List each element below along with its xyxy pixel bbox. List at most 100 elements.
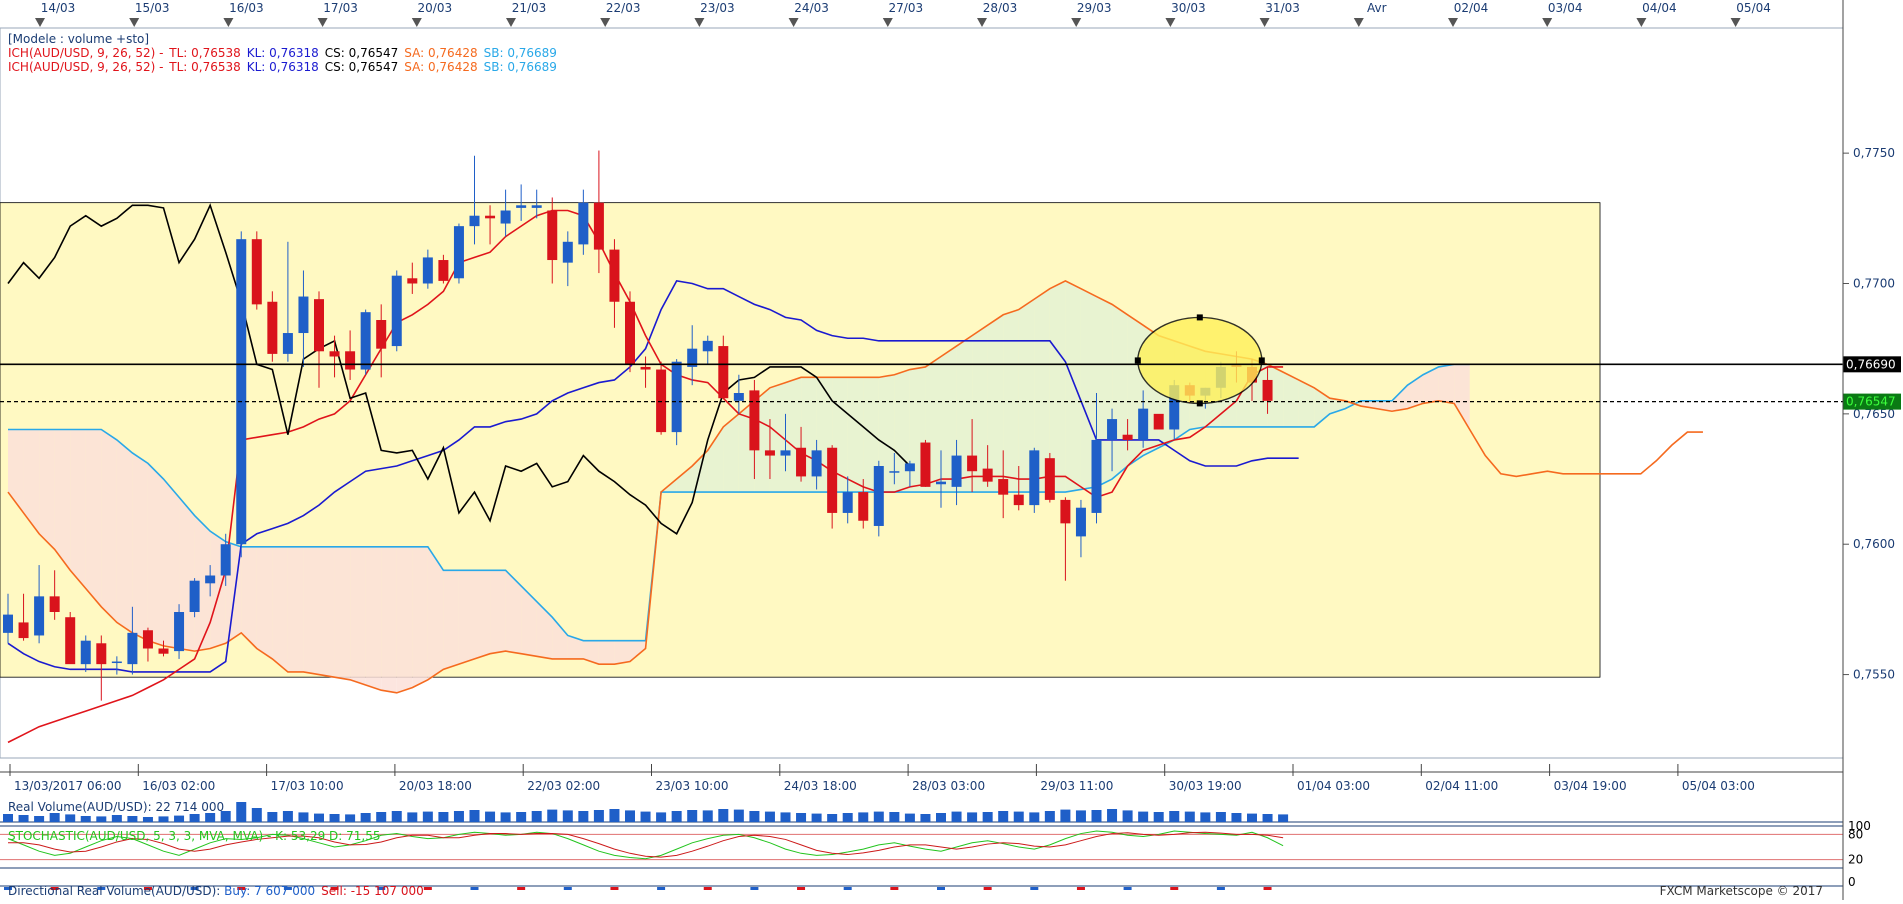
- candle-body: [562, 241, 573, 263]
- candle-body: [764, 450, 775, 456]
- volume-bar: [453, 811, 464, 822]
- cloud-segment: [256, 546, 273, 659]
- volume-bar: [205, 813, 216, 822]
- bottom-time-label: 01/04 03:00: [1297, 779, 1370, 793]
- volume-bar: [873, 811, 884, 822]
- volume-bar: [345, 814, 356, 822]
- volume-bar: [749, 811, 760, 822]
- candle-body: [485, 215, 496, 219]
- cloud-segment: [334, 546, 351, 680]
- cloud-segment: [1127, 314, 1144, 466]
- volume-bar: [1184, 811, 1195, 822]
- top-date-label: 24/03: [794, 1, 829, 15]
- cloud-segment: [490, 570, 506, 654]
- candle-body: [1138, 408, 1149, 440]
- directional-bar: [563, 887, 572, 890]
- top-date-marker: [1165, 18, 1176, 27]
- candle-body: [656, 369, 667, 433]
- volume-bar: [516, 812, 527, 822]
- candle-body: [422, 257, 433, 284]
- candle-body: [702, 340, 713, 352]
- candle-body: [842, 492, 853, 513]
- ichimoku-legend-label: ICH(AUD/USD, 9, 26, 52) -: [8, 46, 168, 60]
- candle-body: [407, 278, 418, 284]
- candle-body: [189, 580, 200, 612]
- volume-bar: [982, 812, 993, 822]
- chart-root: 0,7750 0,7700 0,7650 0,7600 0,7550 0,76690 0,7…: [0, 0, 1903, 900]
- volume-bar: [827, 814, 838, 822]
- cloud-segment: [350, 546, 366, 685]
- candle-body: [500, 210, 511, 224]
- volume-bar: [376, 812, 387, 822]
- cloud-segment: [116, 439, 133, 633]
- top-date-label: 28/03: [983, 1, 1018, 15]
- volume-bar: [718, 809, 729, 822]
- cloud-segment: [474, 570, 491, 659]
- directional-bar: [1123, 887, 1132, 890]
- top-date-label: 29/03: [1077, 1, 1112, 15]
- candle-body: [936, 481, 946, 485]
- legend-tl: TL: 0,76538: [169, 46, 241, 60]
- top-date-marker: [129, 18, 140, 27]
- candle-body: [282, 333, 293, 354]
- candle-body: [640, 366, 651, 370]
- volume-bar: [111, 815, 122, 822]
- volume-bar: [1029, 812, 1040, 822]
- volume-bar: [1262, 814, 1273, 822]
- volume-bar: [1200, 812, 1211, 822]
- directional-label: Directional Real Volume(AUD/USD): Buy: 7…: [8, 884, 430, 898]
- candle-body: [1262, 379, 1273, 401]
- cloud-segment: [894, 369, 910, 493]
- candle-body: [578, 202, 589, 245]
- top-date-label: 21/03: [512, 1, 547, 15]
- bottom-time-label: 30/03 19:00: [1169, 779, 1242, 793]
- volume-bar: [562, 810, 573, 822]
- cloud-segment: [1065, 280, 1081, 493]
- volume-bar: [998, 811, 1009, 822]
- cloud-segment: [847, 377, 864, 493]
- directional-bar: [937, 887, 945, 890]
- top-date-label: 03/04: [1548, 1, 1583, 15]
- volume-bar: [1153, 812, 1164, 822]
- volume-bar: [889, 812, 900, 822]
- candle-body: [111, 661, 122, 664]
- top-date-marker: [694, 18, 705, 27]
- volume-bar: [904, 813, 915, 822]
- cloud-segment: [1112, 304, 1128, 480]
- candle-body: [174, 612, 185, 652]
- volume-bar: [65, 814, 76, 822]
- volume-bar: [811, 813, 822, 822]
- volume-bar: [1060, 809, 1071, 822]
- cloud-segment: [598, 640, 615, 665]
- directional-bar: [1216, 887, 1225, 890]
- bottom-time-label: 29/03 11:00: [1040, 779, 1113, 793]
- candle-body: [671, 361, 682, 433]
- top-date-marker: [223, 18, 234, 27]
- top-date-label: 27/03: [889, 1, 924, 15]
- ellipse-handle: [1134, 357, 1141, 364]
- price-tag-label: 0,76547: [1846, 395, 1896, 409]
- legend-sb: SB: 0,76689: [483, 60, 557, 74]
- candle-body: [298, 296, 309, 334]
- volume-bar: [1247, 813, 1257, 822]
- cloud-segment: [458, 570, 475, 665]
- candle-body: [718, 346, 729, 399]
- candle-body: [267, 301, 278, 354]
- highlight-ellipse: [1137, 316, 1263, 405]
- directional-buy: Buy: 7 607 000: [224, 884, 316, 898]
- bottom-time-label: 24/03 18:00: [784, 779, 857, 793]
- top-date-label: 22/03: [606, 1, 641, 15]
- volume-bar: [733, 809, 744, 822]
- top-date-label: Avr: [1367, 1, 1387, 15]
- directional-bar: [1170, 887, 1179, 890]
- bottom-time-label: 20/03 18:00: [399, 779, 472, 793]
- candle-body: [858, 492, 869, 521]
- candle-body: [625, 301, 635, 365]
- volume-bar: [593, 810, 604, 822]
- cloud-segment: [132, 452, 148, 641]
- y-tick-label: 0,7700: [1853, 277, 1895, 291]
- candle-body: [80, 640, 91, 665]
- volume-bar: [1231, 813, 1242, 822]
- candle-body: [531, 205, 542, 208]
- volume-bar: [500, 812, 511, 822]
